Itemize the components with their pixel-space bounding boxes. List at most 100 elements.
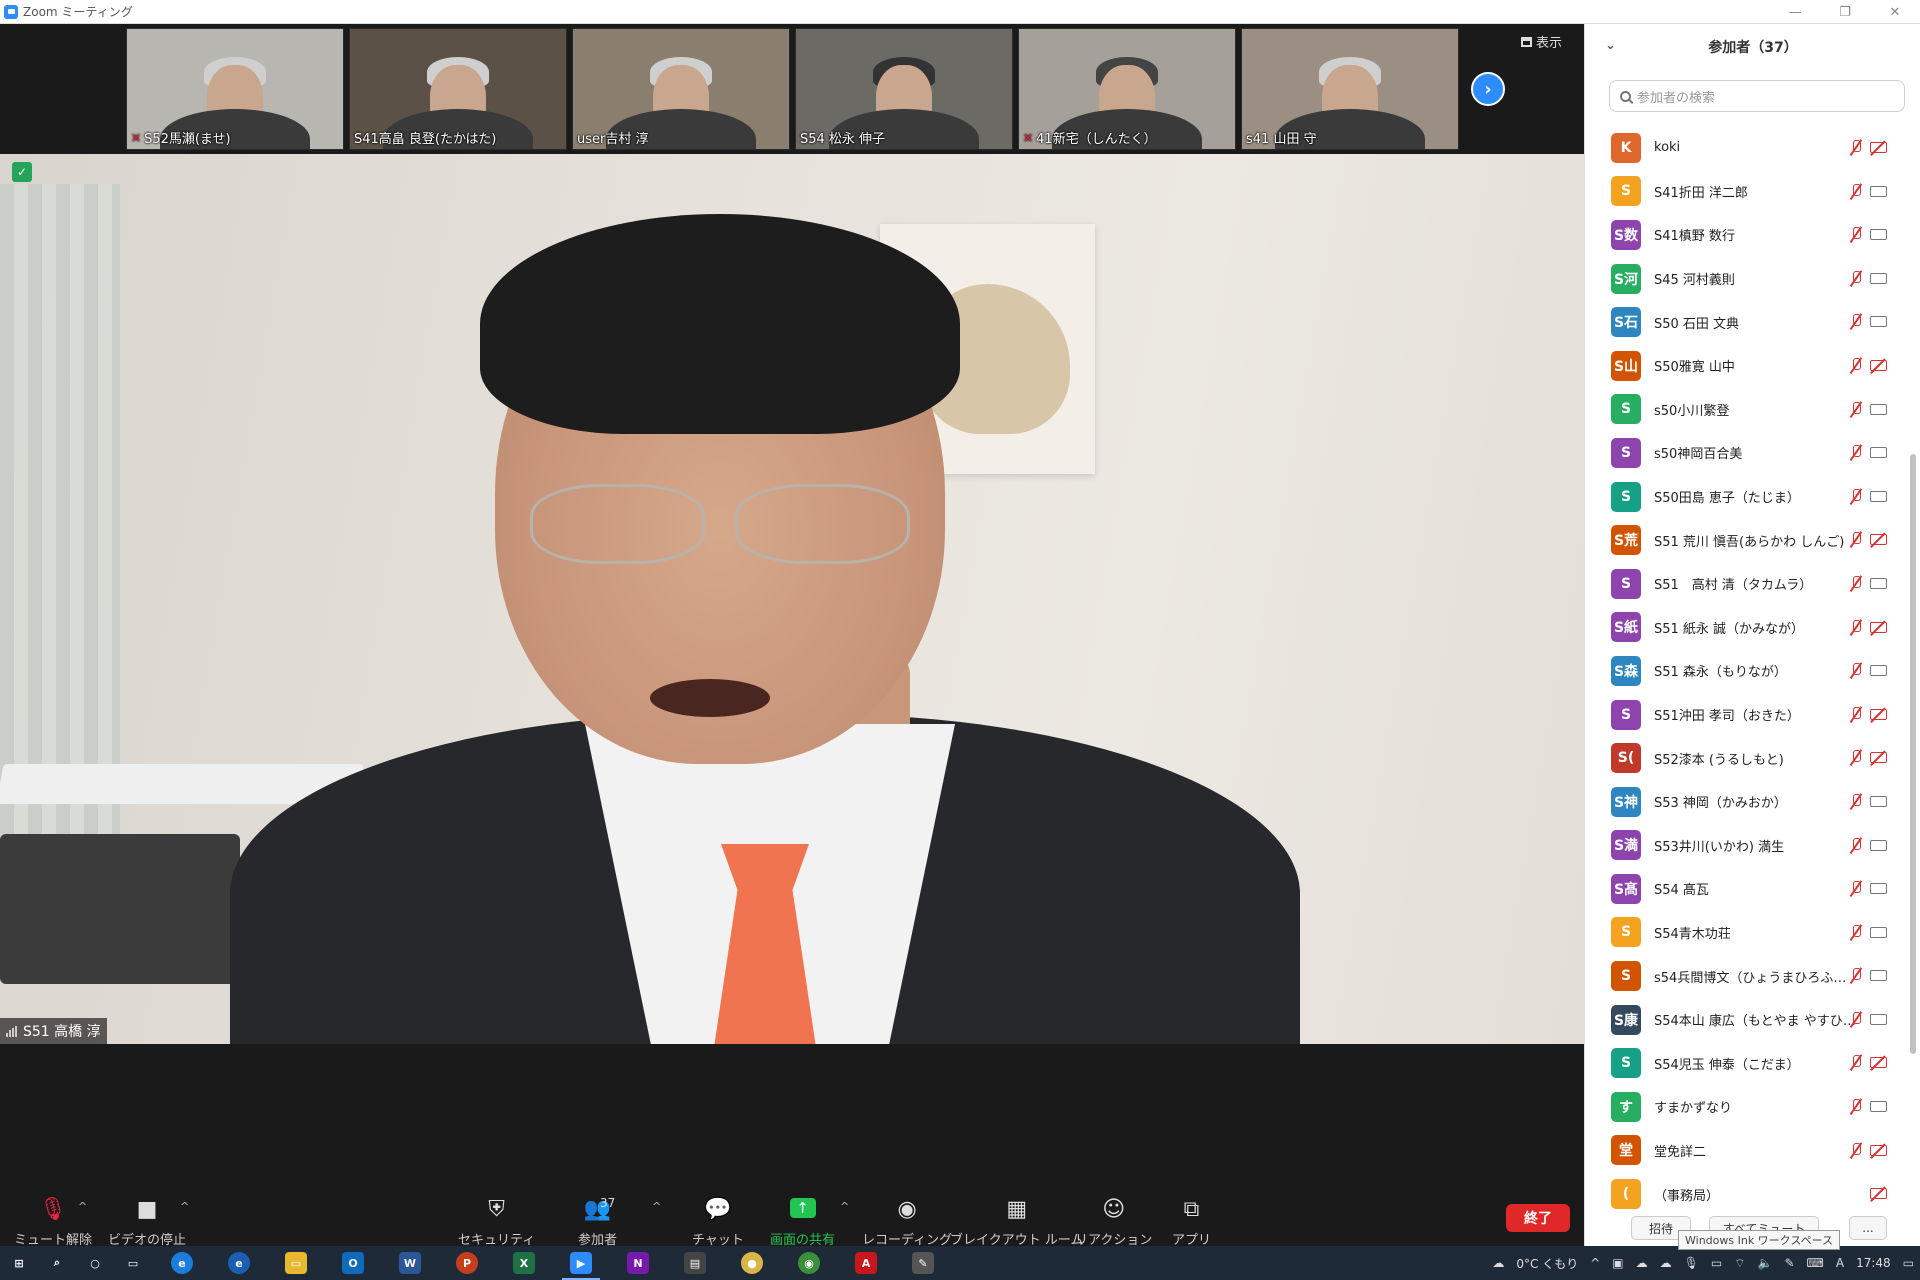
- muted-mic-icon[interactable]: [1851, 663, 1861, 678]
- video-camera-icon[interactable]: [1870, 316, 1887, 328]
- wifi-icon[interactable]: ⌔: [1734, 1256, 1745, 1271]
- windows-start-icon[interactable]: ⊞: [8, 1252, 30, 1274]
- end-meeting-button[interactable]: 終了: [1506, 1204, 1570, 1232]
- video-camera-icon[interactable]: [1870, 403, 1887, 415]
- muted-mic-icon[interactable]: [1851, 227, 1861, 242]
- muted-mic-icon[interactable]: [1851, 314, 1861, 329]
- microphone-icon[interactable]: 🎙: [1684, 1256, 1699, 1270]
- video-off-icon[interactable]: [1870, 752, 1887, 764]
- muted-mic-icon[interactable]: [1851, 706, 1861, 722]
- muted-mic-icon[interactable]: [1851, 357, 1861, 373]
- video-camera-icon[interactable]: [1870, 272, 1887, 284]
- muted-mic-icon[interactable]: [1851, 793, 1861, 809]
- video-camera-icon[interactable]: [1870, 839, 1887, 851]
- powerpoint-icon[interactable]: P: [456, 1252, 478, 1274]
- word-icon[interactable]: W: [399, 1252, 421, 1274]
- video-off-icon[interactable]: [1870, 708, 1887, 720]
- video-off-icon[interactable]: [1870, 1057, 1887, 1069]
- participant-row[interactable]: S S51沖田 孝司（おきた）: [1585, 693, 1901, 737]
- video-tile[interactable]: S41高畠 良登(たかはた): [349, 28, 567, 150]
- video-camera-icon[interactable]: [1870, 795, 1887, 807]
- participant-row[interactable]: S山 S50雅寛 山中: [1585, 344, 1901, 388]
- muted-mic-icon[interactable]: [1851, 1011, 1861, 1027]
- notification-icon[interactable]: ▭: [1903, 1256, 1914, 1270]
- panel-scrollbar[interactable]: [1910, 454, 1916, 1054]
- video-off-icon[interactable]: [1870, 1188, 1887, 1200]
- participant-row[interactable]: S S54青木功荘: [1585, 911, 1901, 955]
- participant-row[interactable]: S荒 S51 荒川 愼吾(あらかわ しんご): [1585, 518, 1901, 562]
- participant-row[interactable]: S S54児玉 伸泰（こだま）: [1585, 1041, 1901, 1085]
- participant-row[interactable]: S(S52漆本 (うるしもと): [1585, 736, 1901, 780]
- battery-icon[interactable]: ▭: [1711, 1256, 1722, 1270]
- participant-row[interactable]: Ss50小川繁登: [1585, 388, 1901, 432]
- muted-mic-icon[interactable]: [1851, 1142, 1861, 1158]
- participant-row[interactable]: S髙 S54 髙瓦: [1585, 867, 1901, 911]
- video-off-icon[interactable]: [1870, 621, 1887, 633]
- participant-row[interactable]: S数 S41槙野 数行: [1585, 213, 1901, 257]
- video-camera-icon[interactable]: [1870, 1013, 1887, 1025]
- video-options-caret[interactable]: ^: [180, 1200, 189, 1213]
- task-view-icon[interactable]: ▭: [122, 1252, 144, 1274]
- breakout-rooms-button[interactable]: ▦ ブレイクアウト ルーム: [950, 1194, 1083, 1249]
- reactions-button[interactable]: ☺ リアクション: [1075, 1194, 1152, 1249]
- encryption-shield-icon[interactable]: ✓: [12, 162, 32, 182]
- audio-options-caret[interactable]: ^: [78, 1200, 87, 1213]
- muted-mic-icon[interactable]: [1851, 750, 1861, 765]
- clock[interactable]: 17:48: [1856, 1256, 1891, 1270]
- video-camera-icon[interactable]: [1870, 577, 1887, 589]
- weather-cloud-icon[interactable]: ☁: [1492, 1256, 1504, 1270]
- participant-search-input[interactable]: 参加者の検索: [1609, 80, 1905, 112]
- participant-row[interactable]: S S50田島 恵子（たじま）: [1585, 475, 1901, 519]
- excel-icon[interactable]: X: [513, 1252, 535, 1274]
- edge-icon[interactable]: e: [171, 1252, 193, 1274]
- zoom-icon[interactable]: ▶: [562, 1252, 600, 1280]
- participant-row[interactable]: S満 S53井川(いかわ) 満生: [1585, 824, 1901, 868]
- participant-row[interactable]: S河 S45 河村義則: [1585, 257, 1901, 301]
- video-camera-icon[interactable]: [1870, 229, 1887, 241]
- restore-button[interactable]: ❐: [1820, 0, 1870, 24]
- muted-mic-icon[interactable]: [1851, 140, 1861, 155]
- security-button[interactable]: ⛨ セキュリティ: [458, 1194, 535, 1249]
- participant-row[interactable]: S石 S50 石田 文典: [1585, 300, 1901, 344]
- internet-explorer-icon[interactable]: e: [228, 1252, 250, 1274]
- file-explorer-icon[interactable]: ▭: [285, 1252, 307, 1274]
- close-button[interactable]: ✕: [1870, 0, 1920, 24]
- video-off-icon[interactable]: [1870, 1144, 1887, 1156]
- chrome-icon[interactable]: ◉: [798, 1252, 820, 1274]
- video-off-icon[interactable]: [1870, 142, 1887, 153]
- participant-row[interactable]: S S41折田 洋二郎: [1585, 170, 1901, 214]
- video-tile[interactable]: ✕ S52馬瀬(ませ): [126, 28, 344, 150]
- muted-mic-icon[interactable]: [1851, 881, 1861, 896]
- onedrive-icon[interactable]: ☁: [1636, 1256, 1648, 1270]
- participants-options-caret[interactable]: ^: [652, 1200, 661, 1213]
- video-camera-icon[interactable]: [1870, 1101, 1887, 1113]
- muted-mic-icon[interactable]: [1851, 445, 1861, 460]
- ime-indicator[interactable]: A: [1836, 1256, 1844, 1270]
- chat-button[interactable]: 💬 チャット: [692, 1194, 744, 1249]
- active-speaker-video[interactable]: ✓ S51 高橋 淳: [0, 154, 1584, 1044]
- video-tile[interactable]: S54 松永 伸子: [795, 28, 1013, 150]
- participant-row[interactable]: S神 S53 神岡（かみおか）: [1585, 780, 1901, 824]
- chevron-down-icon[interactable]: ⌄: [1605, 38, 1616, 53]
- video-camera-icon[interactable]: [1870, 490, 1887, 502]
- participant-row[interactable]: S森 S51 森永（もりなが）: [1585, 649, 1901, 693]
- video-camera-icon[interactable]: [1870, 665, 1887, 677]
- outlook-icon[interactable]: O: [342, 1252, 364, 1274]
- participant-row[interactable]: S康 S54本山 康広（もとやま やすひろ...: [1585, 998, 1901, 1042]
- muted-mic-icon[interactable]: [1851, 575, 1861, 591]
- volume-icon[interactable]: 🔈: [1758, 1256, 1773, 1270]
- muted-mic-icon[interactable]: [1851, 1055, 1861, 1070]
- participant-row[interactable]: Kkoki: [1585, 126, 1901, 170]
- video-tile[interactable]: ✕ 41新宅（しんたく）: [1018, 28, 1236, 150]
- video-camera-icon[interactable]: [1870, 447, 1887, 459]
- muted-mic-icon[interactable]: [1851, 968, 1861, 983]
- video-camera-icon[interactable]: [1870, 883, 1887, 895]
- muted-mic-icon[interactable]: [1851, 488, 1861, 504]
- muted-mic-icon[interactable]: [1851, 270, 1861, 286]
- participant-row[interactable]: (（事務局）: [1585, 1172, 1901, 1216]
- participant-row[interactable]: Ss50神岡百合美: [1585, 431, 1901, 475]
- record-button[interactable]: ◉ レコーディング: [862, 1194, 952, 1249]
- participant-row[interactable]: S紙 S51 紙永 誠（かみなが）: [1585, 606, 1901, 650]
- search-icon[interactable]: ⌕: [46, 1252, 68, 1274]
- video-camera-icon[interactable]: [1870, 926, 1887, 938]
